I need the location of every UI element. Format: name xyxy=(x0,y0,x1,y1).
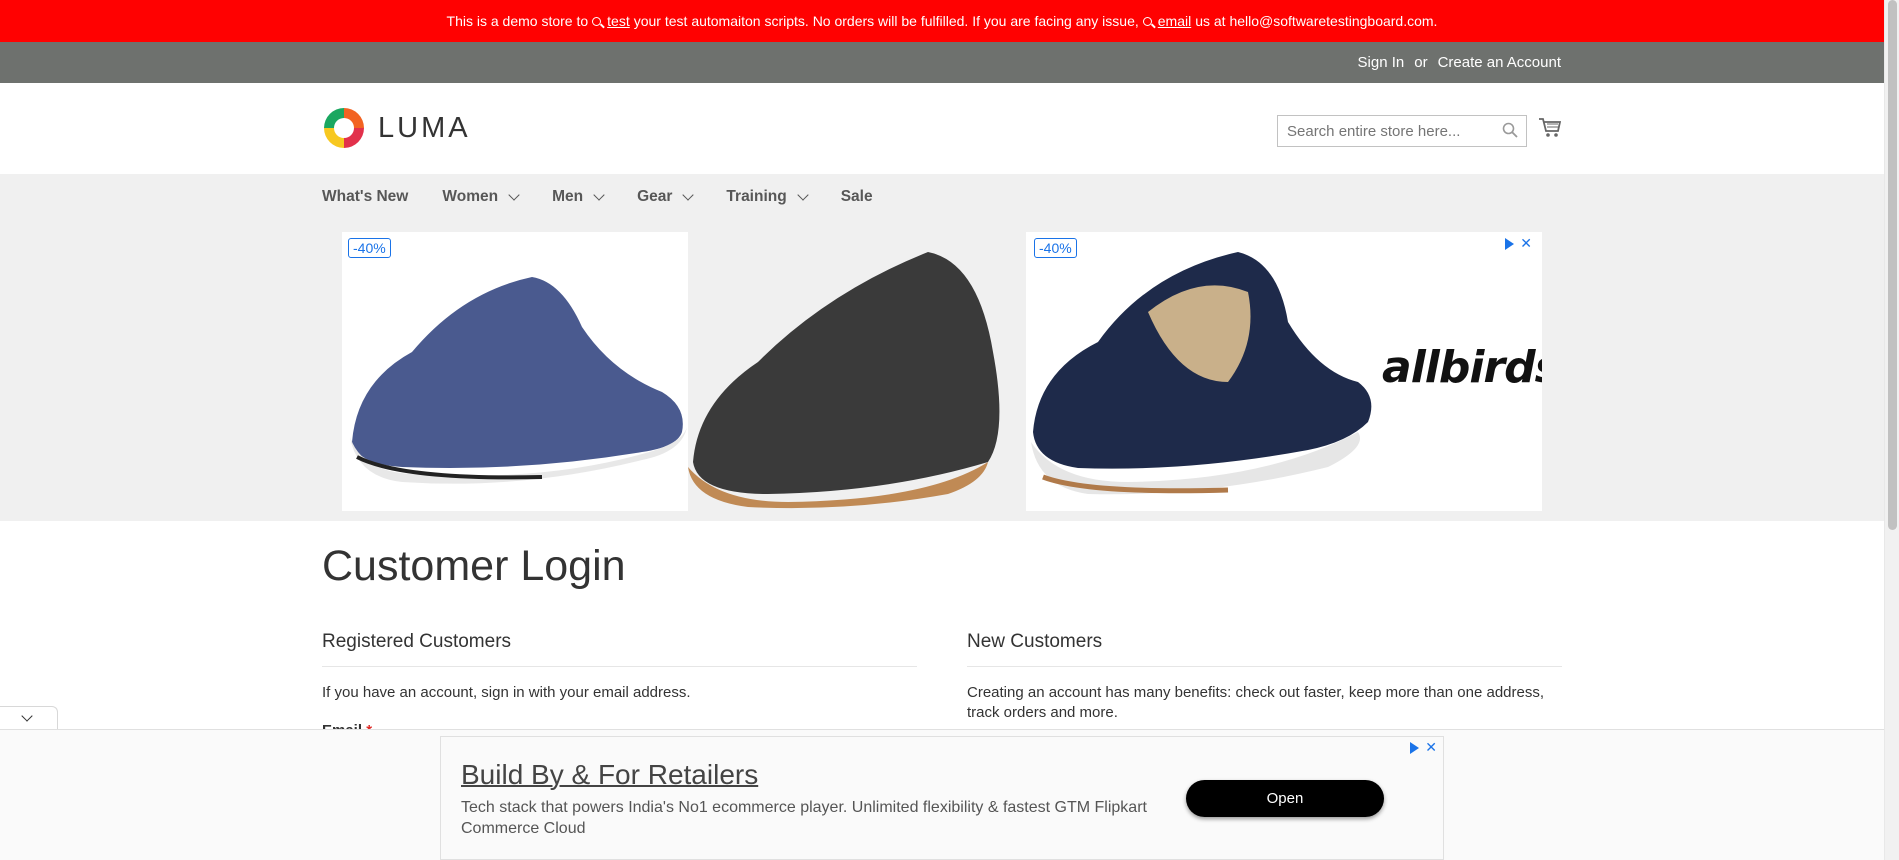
main-nav: What's New Women Men Gear Training Sale xyxy=(322,188,907,206)
nav-label: What's New xyxy=(322,188,409,205)
notice-text-1: This is a demo store to xyxy=(446,13,589,29)
shoe-image-navy[interactable] xyxy=(1028,232,1378,511)
nav-item-men[interactable]: Men xyxy=(552,188,605,206)
nav-item-training[interactable]: Training xyxy=(726,188,809,206)
registered-customers-title: Registered Customers xyxy=(322,631,512,652)
cart-icon[interactable] xyxy=(1539,118,1561,138)
chevron-down-icon xyxy=(508,188,520,201)
chevron-down-icon xyxy=(593,188,605,201)
brand-logo: allbirds xyxy=(1382,342,1542,393)
ad-controls[interactable]: ✕ xyxy=(1410,739,1437,756)
header-links: Sign In or Create an Account xyxy=(1358,54,1561,71)
chevron-down-icon xyxy=(21,710,33,722)
page-title: Customer Login xyxy=(322,542,626,590)
ad-controls[interactable]: ✕ xyxy=(1505,235,1532,252)
notice-text-2: your test automaiton scripts. No orders … xyxy=(633,13,1139,29)
sign-in-link[interactable]: Sign In xyxy=(1358,54,1405,71)
create-account-link[interactable]: Create an Account xyxy=(1438,54,1561,71)
new-customers-title: New Customers xyxy=(967,631,1103,652)
divider xyxy=(322,666,917,667)
search-icon[interactable] xyxy=(1502,122,1518,138)
nav-item-whats-new[interactable]: What's New xyxy=(322,188,408,206)
header-panel: Sign In or Create an Account xyxy=(0,42,1884,83)
shoe-image-blue[interactable] xyxy=(342,232,687,511)
notice-link-test[interactable]: test xyxy=(607,13,630,29)
demo-store-notice: This is a demo store to test your test a… xyxy=(0,0,1884,42)
nav-label: Sale xyxy=(840,188,873,205)
bottom-ad[interactable]: Build By & For Retailers Tech stack that… xyxy=(440,736,1444,860)
ad-banner[interactable]: -40% -40% allbirds ✕ xyxy=(342,232,1542,511)
ad-description: Tech stack that powers India's No1 ecomm… xyxy=(461,799,1147,837)
or-text: or xyxy=(1414,54,1428,71)
search-icon xyxy=(1142,16,1152,26)
registered-customers-text: If you have an account, sign in with you… xyxy=(322,684,691,701)
logo[interactable]: LUMA xyxy=(322,106,471,150)
scroll-thumb[interactable] xyxy=(1888,0,1897,530)
notice-link-email[interactable]: email xyxy=(1158,13,1191,29)
nav-label: Training xyxy=(726,188,787,205)
search-icon xyxy=(592,16,602,26)
luma-logo-icon xyxy=(324,108,364,148)
nav-label: Gear xyxy=(637,188,673,205)
chevron-down-icon xyxy=(682,188,695,201)
adchoices-icon[interactable] xyxy=(1410,741,1420,754)
ad-headline[interactable]: Build By & For Retailers xyxy=(461,759,758,791)
nav-item-women[interactable]: Women xyxy=(442,188,520,206)
nav-item-gear[interactable]: Gear xyxy=(637,188,695,206)
close-icon[interactable]: ✕ xyxy=(1520,235,1532,252)
new-customers-text: Creating an account has many benefits: c… xyxy=(967,684,1545,721)
nav-label: Men xyxy=(552,188,584,205)
collapse-ad-toggle[interactable] xyxy=(0,706,58,731)
close-icon[interactable]: ✕ xyxy=(1425,739,1437,756)
discount-badge: -40% xyxy=(1034,238,1077,258)
search-input[interactable] xyxy=(1277,115,1527,147)
nav-label: Women xyxy=(442,188,499,205)
shoe-image-black[interactable] xyxy=(688,232,1026,511)
scrollbar[interactable] xyxy=(1884,0,1899,860)
open-button[interactable]: Open xyxy=(1186,780,1384,817)
discount-badge: -40% xyxy=(348,238,391,258)
notice-text-3: us at hello@softwaretestingboard.com. xyxy=(1195,13,1438,29)
logo-text: LUMA xyxy=(378,111,471,144)
divider xyxy=(967,666,1562,667)
chevron-down-icon xyxy=(797,188,809,201)
nav-item-sale[interactable]: Sale xyxy=(841,188,873,206)
adchoices-icon[interactable] xyxy=(1505,237,1515,250)
